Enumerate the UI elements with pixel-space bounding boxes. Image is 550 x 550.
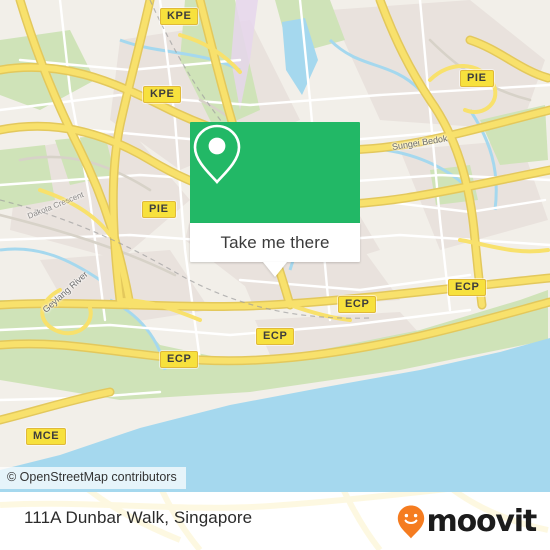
highway-shield-ecp[interactable]: ECP bbox=[256, 328, 295, 345]
callout-tail bbox=[263, 262, 287, 277]
highway-shield-ecp[interactable]: ECP bbox=[448, 279, 487, 296]
highway-shield-kpe[interactable]: KPE bbox=[143, 86, 182, 103]
highway-shield-ecp[interactable]: ECP bbox=[338, 296, 377, 313]
highway-shield-pie[interactable]: PIE bbox=[142, 201, 176, 218]
take-me-there-button[interactable]: Take me there bbox=[190, 223, 360, 262]
take-me-there-label: Take me there bbox=[220, 232, 330, 252]
moovit-brand[interactable]: moovit bbox=[396, 504, 538, 540]
map-canvas[interactable]: Sungei Bedok Geylang River Dakota Cresce… bbox=[0, 0, 550, 492]
highway-shield-mce[interactable]: MCE bbox=[26, 428, 67, 445]
osm-attribution[interactable]: © OpenStreetMap contributors bbox=[0, 467, 186, 489]
highway-shield-pie[interactable]: PIE bbox=[460, 70, 494, 87]
address-label: 111A Dunbar Walk, Singapore bbox=[24, 508, 253, 527]
moovit-wordmark: moovit bbox=[426, 504, 538, 539]
map-screen: Sungei Bedok Geylang River Dakota Cresce… bbox=[0, 0, 550, 550]
footer-bar: 111A Dunbar Walk, Singapore moovit bbox=[0, 492, 550, 550]
highway-shield-kpe[interactable]: KPE bbox=[160, 8, 199, 25]
map-pin-icon bbox=[193, 124, 241, 184]
location-callout-card[interactable]: Take me there bbox=[190, 122, 360, 277]
moovit-smiley-pin-icon bbox=[397, 505, 424, 539]
highway-shield-ecp[interactable]: ECP bbox=[160, 351, 199, 368]
callout-header bbox=[190, 122, 360, 223]
